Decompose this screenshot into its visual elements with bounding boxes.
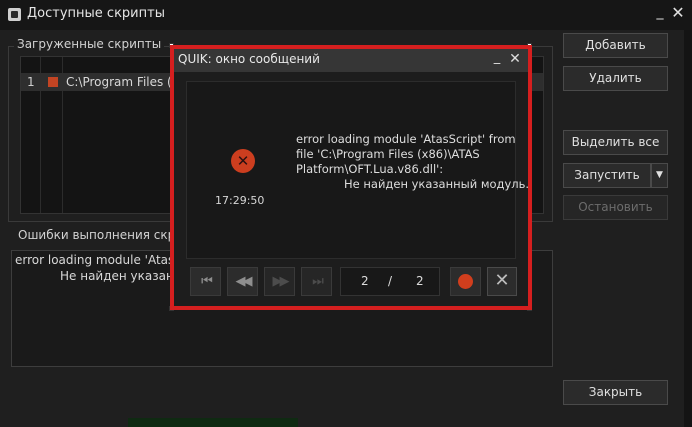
page-total: 2 (416, 274, 424, 288)
message-line: Не найден указанный модуль. (344, 177, 530, 191)
last-message-icon[interactable]: ⏭ (301, 267, 332, 296)
loaded-scripts-label: Загруженные скрипты (14, 37, 165, 51)
first-message-icon[interactable]: ⏮ (190, 267, 221, 296)
background-app-edge (684, 30, 692, 427)
page-current: 2 (361, 274, 369, 288)
app-icon (8, 8, 21, 21)
row-number: 1 (27, 75, 35, 89)
script-path[interactable]: C:\Program Files (x8 (66, 75, 186, 89)
message-text: error loading module 'AtasScript' from f… (296, 132, 530, 192)
error-icon: ✕ (231, 149, 255, 173)
select-all-button[interactable]: Выделить все (563, 130, 668, 155)
error-text-line: error loading module 'AtasScr (15, 253, 194, 267)
remove-button[interactable]: Удалить (563, 66, 668, 91)
close-button[interactable]: Закрыть (563, 380, 668, 405)
message-dialog-title: QUIK: окно сообщений (178, 52, 320, 66)
error-text-line: Не найден указанн (60, 269, 182, 283)
close-window-icon[interactable]: ✕ (670, 5, 686, 21)
previous-message-icon[interactable]: ◀◀ (227, 267, 258, 296)
message-line: file 'C:\Program Files (x86)\ATAS (296, 147, 480, 161)
next-message-icon[interactable]: ▶▶ (264, 267, 295, 296)
run-button[interactable]: Запустить (563, 163, 651, 188)
add-button[interactable]: Добавить (563, 33, 668, 58)
message-line: error loading module 'AtasScript' from (296, 132, 516, 146)
background-app-strip (128, 418, 298, 427)
dialog-minimize-button[interactable]: _ (491, 51, 503, 67)
run-dropdown-icon[interactable]: ▼ (651, 163, 668, 188)
message-time: 17:29:50 (215, 194, 265, 207)
status-indicator-icon (48, 77, 58, 87)
dialog-close-icon[interactable]: ✕ (508, 51, 522, 67)
page-separator: / (388, 274, 393, 288)
minimize-button[interactable]: _ (653, 5, 667, 19)
stop-button[interactable]: Остановить (563, 195, 668, 220)
record-icon[interactable] (450, 267, 481, 296)
message-line: Platform\OFT.Lua.v86.dll': (296, 162, 444, 176)
errors-label: Ошибки выполнения скри (18, 228, 184, 242)
window-title: Доступные скрипты (27, 6, 165, 21)
clear-icon[interactable]: ✕ (487, 267, 517, 296)
